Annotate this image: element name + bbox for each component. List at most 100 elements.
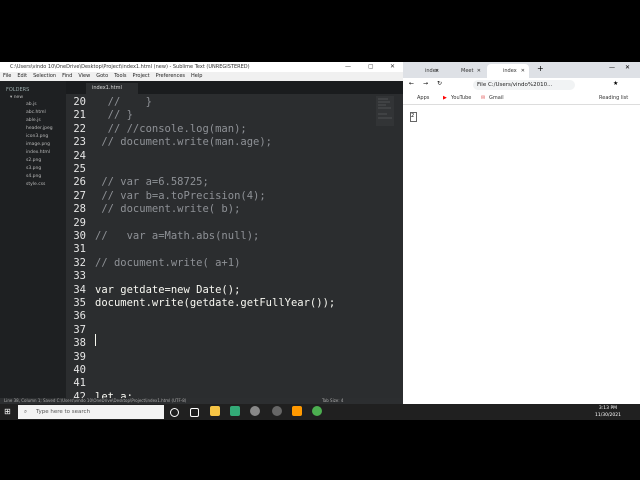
window-title: C:\Users\vindo 10\OneDrive\Desktop\Proje… (10, 64, 250, 70)
line-number: 41 (73, 377, 86, 390)
clock-date: 11/30/2021 (595, 413, 621, 418)
menu-preferences[interactable]: Preferences (156, 73, 185, 79)
line-number: 24 (73, 149, 86, 162)
code-line: let a; (95, 390, 133, 398)
menu-selection[interactable]: Selection (33, 73, 56, 79)
bookmark-apps[interactable]: Apps (417, 92, 429, 104)
line-number: 20 (73, 96, 86, 108)
file-item[interactable]: index.html (26, 150, 50, 155)
line-number: 23 (73, 136, 86, 149)
menu-goto[interactable]: Goto (96, 73, 108, 79)
chrome-window (403, 62, 640, 404)
line-number: 33 (73, 270, 86, 283)
search-placeholder: Type here to search (36, 409, 91, 415)
code-line: // document.write(man.age); (95, 136, 273, 149)
line-number: 31 (73, 243, 86, 256)
file-item[interactable]: s2.png (26, 158, 41, 163)
minimap[interactable] (376, 96, 394, 126)
address-prefix: File (477, 82, 487, 88)
line-number: 32 (73, 256, 86, 269)
file-item[interactable]: ab.js (26, 102, 37, 107)
minimize-icon[interactable]: — (345, 62, 351, 72)
code-line: // document.write( b); (95, 203, 241, 216)
bookmark-youtube[interactable]: YouTube (451, 92, 471, 104)
address-bar[interactable]: File C:/Users/vindo%2010... (473, 80, 575, 90)
windows-start-icon[interactable]: ⊞ (4, 407, 11, 416)
close-icon[interactable]: ✕ (390, 62, 395, 72)
code-line: // var a=6.58725; (95, 176, 209, 189)
chrome-icon[interactable] (312, 406, 322, 416)
code-line: // var b=a.toPrecision(4); (95, 189, 266, 202)
menu-file[interactable]: File (3, 73, 11, 79)
clock[interactable]: 3:13 PM 11/30/2021 (588, 405, 628, 419)
task-view-icon[interactable] (190, 408, 199, 417)
app-icon[interactable] (230, 406, 240, 416)
file-item[interactable]: image.png (26, 142, 50, 147)
code-line: var getdate=new Date(); (95, 283, 241, 296)
code-line: // } (95, 96, 152, 108)
chrome-tab[interactable]: index ✕ (409, 64, 443, 78)
menu-tools[interactable]: Tools (114, 73, 126, 79)
line-number: 42 (73, 390, 86, 398)
app-icon[interactable] (272, 406, 282, 416)
file-item[interactable]: style.css (26, 182, 45, 187)
line-number: 35 (73, 297, 86, 309)
chrome-tab-active[interactable]: index ✕ (487, 64, 529, 78)
search-icon: ⌕ (24, 409, 28, 415)
taskbar-search[interactable]: ⌕ Type here to search (18, 405, 164, 419)
reading-list[interactable]: Reading list (599, 92, 628, 104)
line-number: 22 (73, 122, 86, 135)
line-number: 27 (73, 189, 86, 202)
bookmarks-bar: Apps ▶ YouTube ✉ Gmail Reading list (403, 92, 640, 105)
cortana-icon[interactable] (170, 408, 179, 417)
page-output: 2 (410, 112, 417, 122)
code-line: // } (95, 109, 133, 122)
reload-icon[interactable]: ↻ (437, 80, 442, 87)
line-number: 38 (73, 337, 86, 350)
file-item[interactable]: able.js (26, 118, 41, 123)
app-icon[interactable] (250, 406, 260, 416)
menu-project[interactable]: Project (133, 73, 150, 79)
chrome-tab-meet[interactable]: Meet ✕ (445, 64, 485, 78)
forward-icon[interactable]: → (423, 80, 428, 87)
line-number: 29 (73, 216, 86, 229)
code-editor[interactable]: 20 // } 21 // } 22 // //console.log(man); 2… (66, 94, 403, 398)
bookmark-gmail[interactable]: Gmail (489, 92, 504, 104)
menu-find[interactable]: Find (62, 73, 72, 79)
file-item[interactable]: s4.png (26, 174, 41, 179)
gmail-icon: ✉ (481, 95, 486, 101)
sidebar: FOLDERS ▾ new ab.js abc.html able.js hea… (0, 81, 66, 398)
line-number: 37 (73, 323, 86, 336)
line-number: 30 (73, 230, 86, 242)
close-icon[interactable]: ✕ (625, 64, 630, 71)
sublime-text-icon[interactable] (292, 406, 302, 416)
line-number: 34 (73, 283, 86, 296)
back-icon[interactable]: ← (409, 80, 414, 87)
chrome-tabstrip: index ✕ Meet ✕ index ✕ + — ✕ (403, 62, 640, 78)
folder-item[interactable]: ▾ new (10, 95, 23, 100)
file-item[interactable]: abc.html (26, 110, 46, 115)
extensions-icon[interactable]: ★ (613, 80, 618, 87)
code-line: // document.write( a+1) (95, 256, 241, 269)
editor-tab[interactable]: index1.html (86, 83, 138, 94)
menu-view[interactable]: View (78, 73, 90, 79)
new-tab-button[interactable]: + (537, 64, 544, 73)
sublime-titlebar: C:\Users\vindo 10\OneDrive\Desktop\Proje… (0, 62, 403, 72)
code-line: // var a=Math.abs(null); (95, 230, 260, 242)
maximize-icon[interactable]: ▢ (368, 62, 374, 72)
menu-help[interactable]: Help (191, 73, 202, 79)
file-item[interactable]: s3.png (26, 166, 41, 171)
file-item[interactable]: header.jpeg (26, 126, 53, 131)
clock-time: 3:13 PM (598, 406, 618, 411)
line-number: 40 (73, 364, 86, 376)
line-number: 28 (73, 203, 86, 216)
file-item[interactable]: icon3.png (26, 134, 48, 139)
file-explorer-icon[interactable] (210, 406, 220, 416)
line-number: 26 (73, 176, 86, 189)
address-text: C:/Users/vindo%2010... (487, 82, 553, 88)
text-cursor (95, 334, 96, 346)
code-line: // //console.log(man); (95, 122, 247, 135)
minimize-icon[interactable]: — (609, 64, 615, 71)
menu-edit[interactable]: Edit (17, 73, 27, 79)
line-number: 36 (73, 310, 86, 323)
